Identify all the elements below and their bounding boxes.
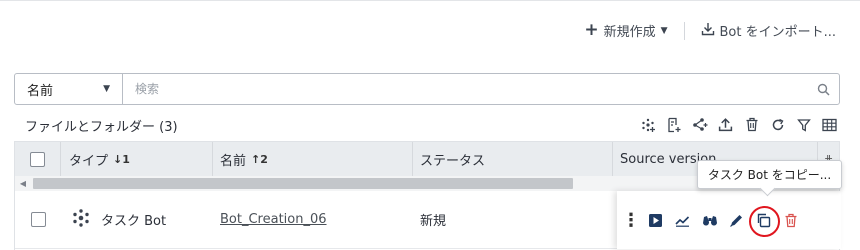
sort-indicator: ↑2 [251, 152, 268, 166]
type-label: タスク Bot [101, 214, 167, 229]
row-actions: ⋮ [617, 191, 841, 249]
more-options-icon[interactable]: ⋮ [622, 210, 640, 231]
plus-icon: + [584, 20, 599, 40]
search-icon[interactable] [807, 74, 839, 104]
list-title: ファイルとフォルダー (3) [25, 120, 178, 135]
search-bar: 名前 ▼ [14, 73, 840, 105]
row-checkbox[interactable] [30, 212, 46, 227]
scrollbar-thumb[interactable] [33, 178, 573, 189]
new-button[interactable]: + 新規作成 ▼ [584, 20, 668, 41]
view-icon[interactable] [701, 212, 718, 229]
run-icon[interactable] [647, 212, 664, 229]
import-label: Bot をインポート... [719, 25, 837, 40]
bot-name-link[interactable]: Bot_Creation_06 [220, 212, 327, 227]
task-bot-icon [71, 208, 91, 232]
new-label: 新規作成 [603, 25, 656, 40]
sort-indicator: ↓1 [113, 152, 130, 166]
analytics-icon[interactable] [674, 212, 691, 229]
upload-icon[interactable] [717, 116, 734, 133]
refresh-icon[interactable] [769, 116, 786, 133]
add-form-icon[interactable] [665, 116, 682, 133]
caret-down-icon: ▼ [660, 25, 668, 36]
filter-icon[interactable] [795, 116, 812, 133]
column-header-type[interactable]: タイプ ↓1 [61, 142, 213, 176]
scroll-left-icon[interactable]: ◀ [15, 179, 31, 188]
row-select [15, 191, 61, 248]
action-separator [683, 21, 685, 40]
column-label: ステータス [420, 153, 486, 169]
files-table: タイプ ↓1 名前 ↑2 ステータス Source version ⋕ ◀ タス… [14, 141, 841, 250]
import-icon [701, 22, 715, 40]
add-process-icon[interactable] [691, 116, 708, 133]
edit-icon[interactable] [728, 212, 745, 229]
search-input[interactable] [123, 74, 807, 104]
search-field-value: 名前 [27, 83, 54, 99]
list-toolbar [639, 116, 838, 133]
search-field-select[interactable]: 名前 ▼ [15, 74, 123, 104]
copy-tooltip: タスク Bot をコピー... [697, 160, 842, 189]
top-divider [0, 0, 860, 1]
column-label: タイプ [69, 153, 109, 169]
columns-icon[interactable] [821, 116, 838, 133]
copy-icon[interactable] [749, 205, 780, 237]
name-cell: Bot_Creation_06 [213, 191, 413, 248]
table-row[interactable]: タスク Bot Bot_Creation_06 新規 ⋮ [15, 191, 841, 249]
header-select-all [15, 142, 61, 176]
delete-icon[interactable] [743, 116, 760, 133]
column-header-status[interactable]: ステータス [413, 142, 613, 176]
status-cell: 新規 [413, 191, 613, 248]
type-cell: タスク Bot [61, 191, 213, 248]
delete-bot-icon[interactable] [782, 212, 799, 229]
top-actions: + 新規作成 ▼ Bot をインポート... [584, 21, 836, 40]
add-bot-icon[interactable] [639, 116, 656, 133]
import-bot-button[interactable]: Bot をインポート... [701, 21, 837, 40]
caret-down-icon: ▼ [103, 84, 110, 94]
column-header-name[interactable]: 名前 ↑2 [213, 142, 413, 176]
select-all-checkbox[interactable] [30, 151, 45, 167]
column-label: 名前 [220, 153, 247, 169]
status-text: 新規 [420, 214, 447, 229]
